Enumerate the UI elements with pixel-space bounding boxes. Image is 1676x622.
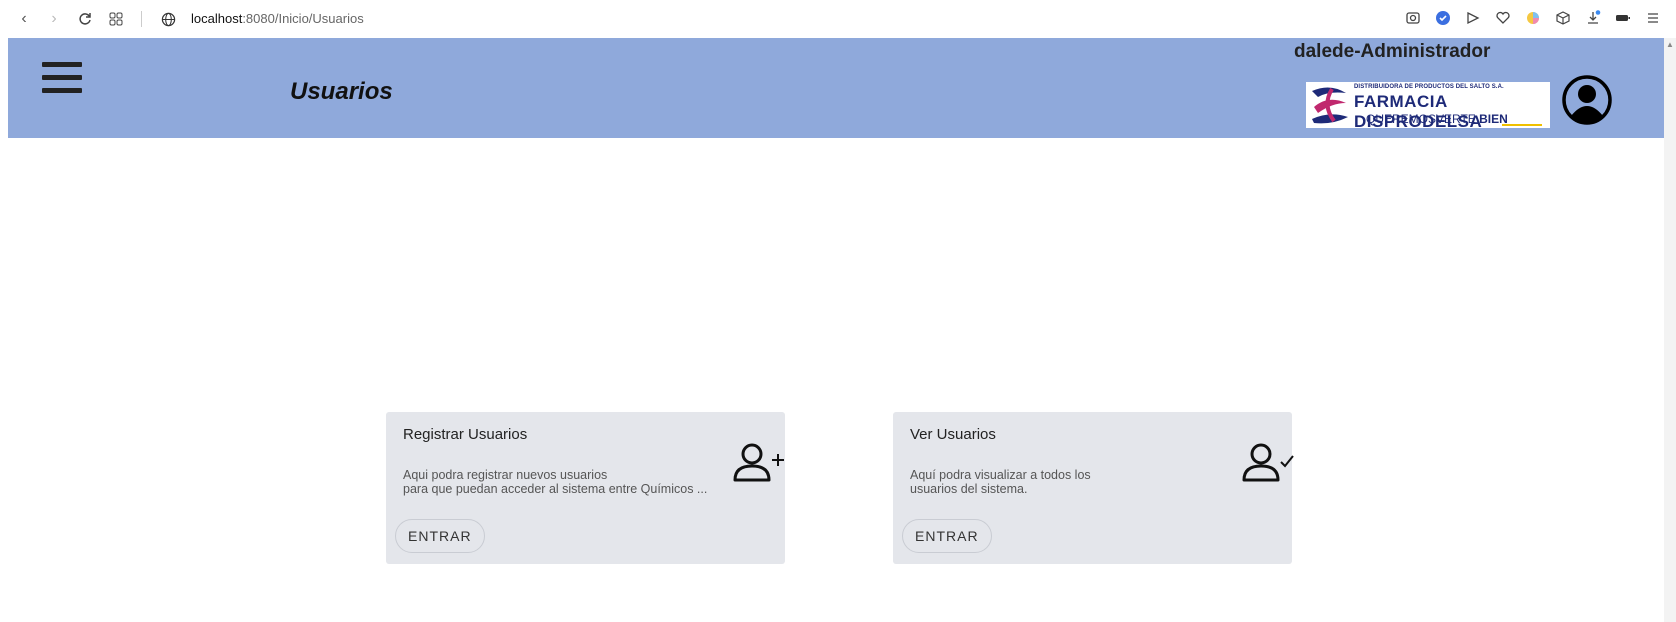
card-ver-usuarios: Ver Usuarios Aquí podra visualizar a tod… [893,412,1294,564]
card-registrar-usuarios: Registrar Usuarios Aqui podra registrar … [386,412,785,564]
user-avatar-icon[interactable] [1561,74,1613,126]
logo-underline [1502,124,1542,126]
battery-icon[interactable] [1614,9,1632,27]
card-desc-line2: para que puedan acceder al sistema entre… [403,482,708,496]
browser-toolbar: ‹ › localhost:8080/Inicio/Usuarios [0,0,1676,38]
shield-icon[interactable] [1434,9,1452,27]
enter-button[interactable]: ENTRAR [902,519,992,553]
forward-icon[interactable]: › [44,9,64,29]
user-plus-icon [733,443,784,482]
url-path: :8080/Inicio/Usuarios [242,11,364,26]
menu-icon[interactable] [1644,9,1662,27]
company-logo: DISTRIBUIDORA DE PRODUCTOS DEL SALTO S.A… [1306,82,1550,131]
extension-color-icon[interactable] [1524,9,1542,27]
url-host: localhost [191,11,243,26]
app-header: Usuarios dalede-Administrador DISTRIBUID… [8,38,1664,138]
user-role-label: dalede-Administrador [1294,41,1491,62]
page-scrollbar[interactable]: ▲ [1664,38,1676,622]
heart-icon[interactable] [1494,9,1512,27]
user-check-icon [1242,443,1294,482]
logo-mark-icon [1312,87,1348,124]
enter-button[interactable]: ENTRAR [395,519,485,553]
card-description: Aqui podra registrar nuevos usuarios par… [403,468,743,496]
back-icon[interactable]: ‹ [14,9,34,29]
logo-line3: QUEREMOSVERTE BIEN [1366,112,1508,126]
logo-slogan: QUEREMOSVERTE [1366,112,1480,126]
card-desc-line2: usuarios del sistema. [910,482,1028,496]
apps-grid-icon[interactable] [106,9,126,29]
send-icon[interactable] [1464,9,1482,27]
page-title: Usuarios [290,78,393,105]
address-bar[interactable]: localhost:8080/Inicio/Usuarios [191,11,364,26]
card-title: Ver Usuarios [910,426,996,443]
screenshot-icon[interactable] [1404,9,1422,27]
card-desc-line1: Aquí podra visualizar a todos los [910,468,1091,482]
toolbar-divider [141,11,142,27]
scroll-up-icon[interactable]: ▲ [1666,40,1674,49]
logo-line1: DISTRIBUIDORA DE PRODUCTOS DEL SALTO S.A… [1354,84,1504,90]
hamburger-menu-icon[interactable] [42,62,82,98]
reload-icon[interactable] [75,9,95,29]
cube-icon[interactable] [1554,9,1572,27]
card-title: Registrar Usuarios [403,426,528,443]
globe-icon [158,9,178,29]
card-desc-line1: Aqui podra registrar nuevos usuarios [403,468,608,482]
download-icon[interactable] [1584,9,1602,27]
card-description: Aquí podra visualizar a todos los usuari… [910,468,1250,496]
